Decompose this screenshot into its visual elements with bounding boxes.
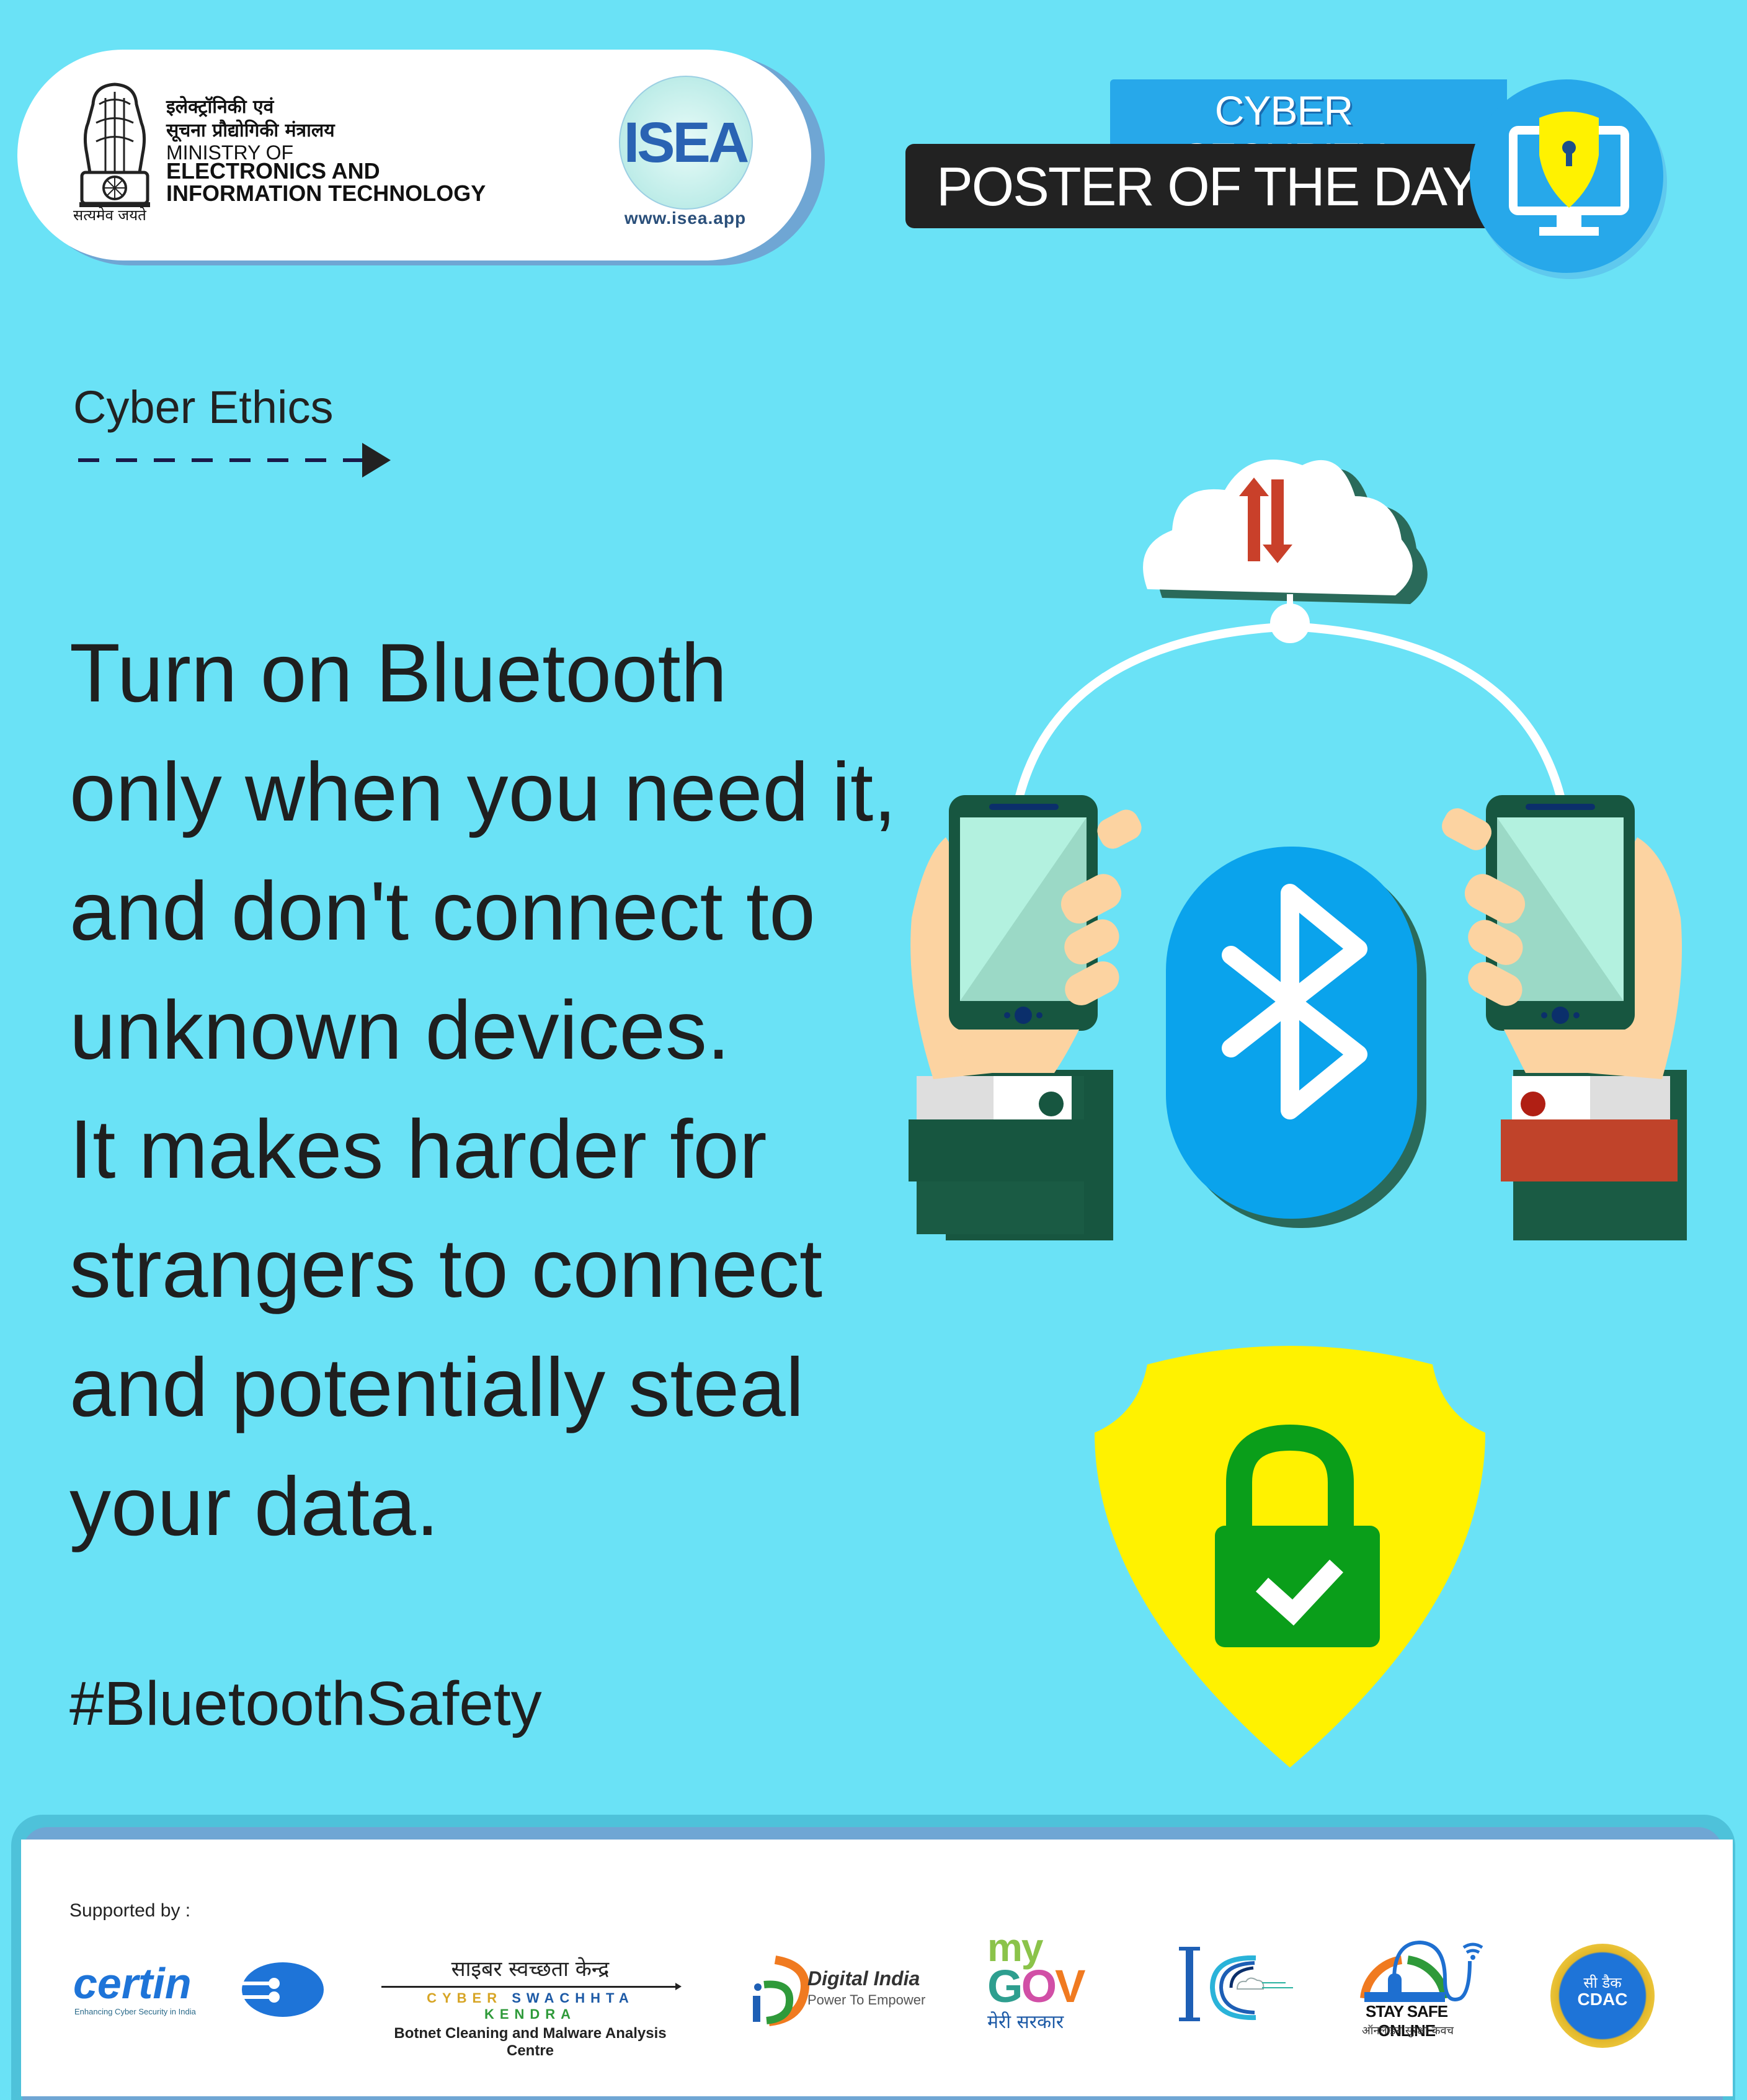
digital-india-title: Digital India xyxy=(807,1967,920,1990)
emblem-motto: सत्यमेव जयते xyxy=(73,207,146,224)
digital-india-tagline: Power To Empower xyxy=(807,1992,926,2008)
message-line: Turn on Bluetooth xyxy=(69,627,727,719)
csk-english: CYBER SWACHHTA KENDRA xyxy=(381,1990,679,2022)
isea-url-link[interactable]: www.isea.app xyxy=(620,208,750,228)
message-line: unknown devices. xyxy=(69,984,731,1077)
csk-word: CYBER xyxy=(427,1990,503,2006)
bluetooth-illustration xyxy=(909,460,1687,1240)
cyber-swachhta-kendra-logo[interactable]: साइबर स्वच्छता केन्द्र CYBER SWACHHTA KE… xyxy=(381,1954,682,2060)
message-line: only when you need it, xyxy=(69,746,897,839)
certin-tagline: Enhancing Cyber Security in India xyxy=(74,2007,197,2016)
csk-word: SWACHHTA xyxy=(512,1990,634,2006)
csk-subtitle: Botnet Cleaning and Malware Analysis Cen… xyxy=(394,2025,667,2059)
ministry-english-line3: INFORMATION TECHNOLOGY xyxy=(166,180,486,206)
supported-by-label: Supported by : xyxy=(69,1900,191,1921)
message-line: It makes harder for xyxy=(69,1103,767,1196)
csk-hindi: साइबर स्वच्छता केन्द्र xyxy=(451,1957,610,1982)
main-message: Turn on Bluetooth only when you need it,… xyxy=(69,614,938,1567)
shield-lock-check-icon xyxy=(1095,1346,1485,1768)
stay-safe-online-hindi: ऑनलाइन सुरक्षा कवच xyxy=(1362,2024,1454,2037)
poster-of-the-day-label: POSTER OF THE DAY xyxy=(936,156,1478,217)
mygov-logo[interactable]: my GOV मेरी सरकार xyxy=(987,1925,1111,2034)
csk-word: KENDRA xyxy=(484,2006,577,2022)
bluetooth-icon xyxy=(1166,847,1426,1228)
ic-logo[interactable] xyxy=(1175,1944,1299,2025)
message-line: and don't connect to xyxy=(69,865,816,958)
ministry-english-line2: ELECTRONICS AND xyxy=(166,158,380,184)
csk-arrow-line xyxy=(381,1983,682,1990)
monitor-shield-keyhole-icon xyxy=(1509,112,1629,236)
mygov-my: my xyxy=(987,1925,1043,1970)
national-emblem-icon xyxy=(79,82,150,207)
dashed-arrow-icon xyxy=(78,443,391,478)
hashtag[interactable]: #BluetoothSafety xyxy=(69,1668,542,1740)
mygov-gov: GOV xyxy=(987,1960,1086,2012)
message-line: your data. xyxy=(69,1461,439,1553)
phone-in-hand-right-icon xyxy=(1441,795,1687,1240)
mygov-hindi: मेरी सरकार xyxy=(987,2011,1064,2033)
cdac-english: CDAC xyxy=(1577,1990,1628,2009)
message-line: and potentially steal xyxy=(69,1341,804,1434)
certin-logo[interactable]: certin Enhancing Cyber Security in India xyxy=(72,1959,326,2021)
ministry-hindi-line1: इलेक्ट्रॉनिकी एवं xyxy=(166,96,274,118)
ministry-hindi-line2: सूचना प्रौद्योगिकी मंत्रालय xyxy=(166,120,335,141)
certin-logo-text: certin xyxy=(73,1959,192,2008)
category-label: Cyber Ethics xyxy=(73,381,334,433)
message-line: strangers to connect xyxy=(69,1222,823,1315)
isea-logo-text: ISEA xyxy=(623,111,750,174)
cloud-sync-icon xyxy=(1143,460,1428,643)
phone-in-hand-left-icon xyxy=(909,795,1142,1240)
